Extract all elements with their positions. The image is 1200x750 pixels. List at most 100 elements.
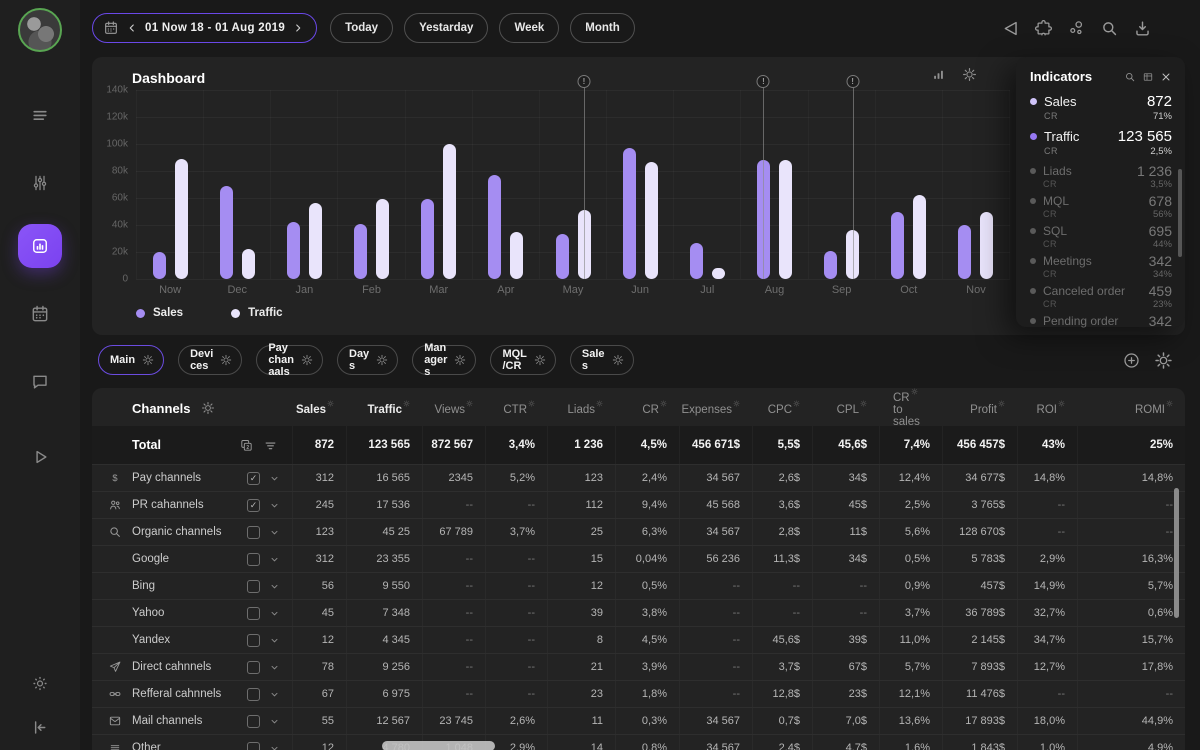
row-checkbox[interactable] — [247, 607, 260, 620]
col-header-ctr[interactable]: CTR — [485, 400, 547, 416]
row-expand-icon[interactable] — [269, 608, 280, 619]
indicator-traffic[interactable]: Traffic123 565CR2,5% — [1030, 128, 1172, 157]
bar-traffic-nov[interactable] — [980, 90, 993, 279]
bar-sales-aug[interactable]: ! — [757, 90, 770, 279]
indicator-meetings[interactable]: Meetings342CR34% — [1030, 253, 1172, 280]
bar-traffic-jun[interactable] — [645, 90, 658, 279]
col-header-cr[interactable]: CR — [615, 400, 679, 416]
row-checkbox[interactable] — [247, 526, 260, 539]
bar-sales-dec[interactable] — [220, 90, 233, 279]
chart-type-icon[interactable] — [931, 67, 946, 82]
bar-traffic-sep[interactable]: ! — [846, 90, 859, 279]
col-header-views[interactable]: Views — [422, 400, 485, 416]
row-expand-icon[interactable] — [269, 527, 280, 538]
table-settings-icon[interactable] — [201, 401, 215, 415]
range-button-today[interactable]: Today — [330, 13, 393, 43]
range-button-yestarday[interactable]: Yestarday — [404, 13, 488, 43]
row-checkbox[interactable] — [247, 715, 260, 728]
row-checkbox[interactable] — [247, 742, 260, 750]
bar-traffic-apr[interactable] — [510, 90, 523, 279]
indicator-liads[interactable]: Liads1 236CR3,5% — [1030, 163, 1172, 190]
row-checkbox[interactable]: ✓ — [247, 472, 260, 485]
col-header-profit[interactable]: Profit — [942, 400, 1017, 416]
row-expand-icon[interactable] — [269, 554, 280, 565]
table-vertical-scrollbar[interactable] — [1174, 488, 1179, 618]
filters-settings-icon[interactable] — [1154, 351, 1173, 370]
row-expand-icon[interactable] — [269, 635, 280, 646]
col-header-roi[interactable]: ROI — [1017, 400, 1077, 416]
share-button[interactable] — [1065, 17, 1087, 39]
bar-sales-sep[interactable] — [824, 90, 837, 279]
bar-traffic-aug[interactable] — [779, 90, 792, 279]
date-next-icon[interactable] — [292, 22, 304, 34]
row-expand-icon[interactable] — [269, 743, 280, 750]
puzzle-button[interactable] — [1032, 17, 1054, 39]
legend-item-traffic[interactable]: Traffic — [231, 307, 283, 319]
bar-sales-jun[interactable] — [623, 90, 636, 279]
settings-button[interactable] — [1164, 17, 1186, 39]
row-expand-icon[interactable] — [269, 500, 280, 511]
row-expand-icon[interactable] — [269, 716, 280, 727]
indicators-scrollbar[interactable] — [1178, 169, 1182, 257]
col-header-cpc[interactable]: CPC — [752, 400, 812, 416]
bar-traffic-mar[interactable] — [443, 90, 456, 279]
indicator-canceled-order[interactable]: Canceled order459CR23% — [1030, 283, 1172, 310]
legend-item-sales[interactable]: Sales — [136, 307, 183, 319]
bar-traffic-now[interactable] — [175, 90, 188, 279]
col-header-cpl[interactable]: CPL — [812, 400, 879, 416]
annotation-marker[interactable]: ! — [846, 75, 859, 88]
sidebar-item-brightness[interactable] — [31, 674, 50, 693]
sidebar-item-chat[interactable] — [30, 372, 50, 392]
bar-traffic-dec[interactable] — [242, 90, 255, 279]
bar-sales-feb[interactable] — [354, 90, 367, 279]
bar-traffic-jul[interactable] — [712, 90, 725, 279]
range-button-month[interactable]: Month — [570, 13, 634, 43]
search-button[interactable] — [1098, 17, 1120, 39]
row-expand-icon[interactable] — [269, 662, 280, 673]
indicators-grid-icon[interactable] — [1142, 71, 1154, 83]
filter-icon[interactable] — [263, 438, 278, 453]
row-checkbox[interactable]: ✓ — [247, 499, 260, 512]
row-checkbox[interactable] — [247, 634, 260, 647]
bar-sales-jul[interactable] — [690, 90, 703, 279]
col-header-liads[interactable]: Liads — [547, 400, 615, 416]
annotation-marker[interactable]: ! — [757, 75, 770, 88]
col-header-expenses[interactable]: Expenses — [679, 400, 752, 416]
row-checkbox[interactable] — [247, 553, 260, 566]
col-header-sales[interactable]: Sales — [292, 400, 346, 416]
download-button[interactable] — [1131, 17, 1153, 39]
row-expand-icon[interactable] — [269, 581, 280, 592]
filter-chip-sales[interactable]: Sale s — [570, 345, 634, 375]
filter-chip-paychanaals[interactable]: Pay chan aals — [256, 345, 323, 375]
date-prev-icon[interactable] — [126, 22, 138, 34]
filter-chip-mqlcr[interactable]: MQL /CR — [490, 345, 555, 375]
compare-icon[interactable] — [239, 438, 254, 453]
indicator-mql[interactable]: MQL678CR56% — [1030, 193, 1172, 220]
sidebar-item-collapse[interactable] — [31, 718, 50, 737]
filter-chip-devices[interactable]: Devi ces — [178, 345, 242, 375]
bar-sales-may[interactable] — [556, 90, 569, 279]
row-checkbox[interactable] — [247, 661, 260, 674]
date-range-picker[interactable]: 01 Now 18 - 01 Aug 2019 — [92, 13, 317, 43]
sidebar-item-sliders[interactable] — [30, 173, 50, 193]
indicator-sales[interactable]: Sales872CR71% — [1030, 93, 1172, 122]
annotation-marker[interactable]: ! — [578, 75, 591, 88]
sidebar-item-dashboard[interactable] — [18, 224, 62, 268]
bar-sales-now[interactable] — [153, 90, 166, 279]
row-expand-icon[interactable] — [269, 689, 280, 700]
bar-sales-mar[interactable] — [421, 90, 434, 279]
row-checkbox[interactable] — [247, 688, 260, 701]
bar-traffic-may[interactable]: ! — [578, 90, 591, 279]
sidebar-item-play[interactable] — [30, 447, 50, 467]
dashboard-settings-icon[interactable] — [962, 67, 977, 82]
bar-traffic-oct[interactable] — [913, 90, 926, 279]
filter-chip-managers[interactable]: Man ager s — [412, 345, 476, 375]
indicator-sql[interactable]: SQL695CR44% — [1030, 223, 1172, 250]
avatar[interactable] — [18, 8, 62, 52]
col-header-traffic[interactable]: Traffic — [346, 400, 422, 416]
col-header-crto-sales[interactable]: CRto sales — [879, 388, 942, 428]
col-header-romi[interactable]: ROMI — [1077, 400, 1185, 416]
indicators-close-icon[interactable] — [1160, 71, 1172, 83]
row-checkbox[interactable] — [247, 580, 260, 593]
add-filter-icon[interactable] — [1122, 351, 1141, 370]
